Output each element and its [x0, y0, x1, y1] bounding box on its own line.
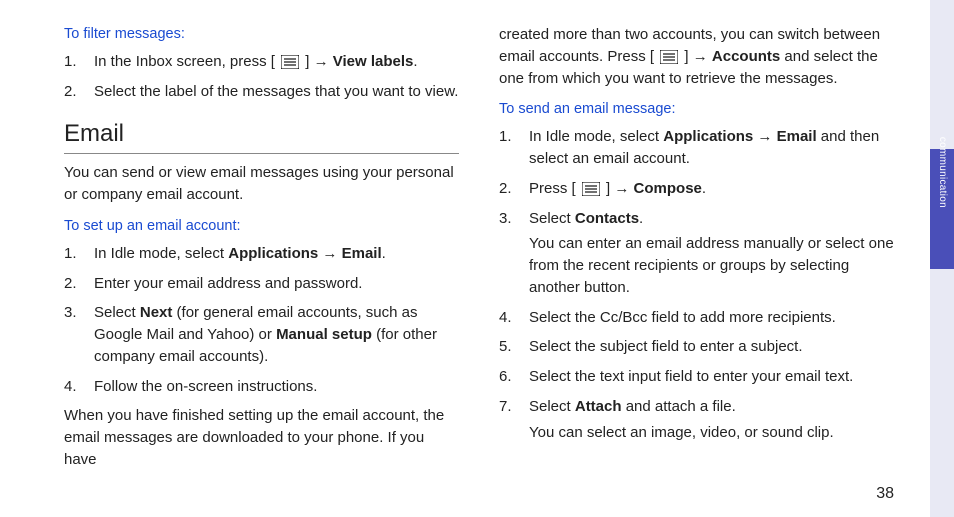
filter-step-1: In the Inbox screen, press [ ] → View la…	[64, 51, 459, 73]
bold: Email	[777, 128, 817, 145]
send-step-4: Select the Cc/Bcc field to add more reci…	[499, 307, 894, 329]
text: .	[702, 180, 706, 197]
text: ] →	[680, 48, 712, 65]
send-step-2: Press [ ] → Compose.	[499, 178, 894, 200]
filter-heading: To filter messages:	[64, 24, 459, 45]
text: In the Inbox screen, press [	[94, 53, 279, 70]
text: .	[639, 210, 643, 227]
bold: Manual setup	[276, 326, 372, 343]
send-step-3: Select Contacts. You can enter an email …	[499, 208, 894, 299]
menu-icon	[660, 50, 678, 64]
bold: Accounts	[712, 48, 780, 65]
filter-list: In the Inbox screen, press [ ] → View la…	[64, 51, 459, 103]
right-column: created more than two accounts, you can …	[499, 24, 894, 471]
send-step-3-sub: You can enter an email address manually …	[529, 233, 894, 298]
email-title: Email	[64, 117, 459, 152]
setup-after: When you have finished setting up the em…	[64, 405, 459, 470]
text: and attach a file.	[622, 398, 736, 415]
left-column: To filter messages: In the Inbox screen,…	[64, 24, 459, 471]
setup-step-3: Select Next (for general email accounts,…	[64, 302, 459, 367]
continuation-text: created more than two accounts, you can …	[499, 24, 894, 89]
text: Select	[94, 304, 140, 321]
send-step-1: In Idle mode, select Applications → Emai…	[499, 126, 894, 170]
send-step-7: Select Attach and attach a file. You can…	[499, 396, 894, 444]
bold: Next	[140, 304, 173, 321]
send-step-6: Select the text input field to enter you…	[499, 366, 894, 388]
text: →	[753, 128, 776, 145]
side-tab-label: communication	[935, 137, 950, 208]
text: .	[413, 53, 417, 70]
text: In Idle mode, select	[529, 128, 663, 145]
send-step-5: Select the subject field to enter a subj…	[499, 336, 894, 358]
page-number: 38	[876, 482, 894, 505]
text: ] →	[301, 53, 333, 70]
bold: Attach	[575, 398, 622, 415]
filter-step-2: Select the label of the messages that yo…	[64, 81, 459, 103]
send-step-7-sub: You can select an image, video, or sound…	[529, 422, 894, 444]
text: ] →	[602, 180, 634, 197]
text: .	[382, 245, 386, 262]
bold: Compose	[634, 180, 702, 197]
bold: Applications	[663, 128, 753, 145]
text: In Idle mode, select	[94, 245, 228, 262]
send-list: In Idle mode, select Applications → Emai…	[499, 126, 894, 443]
setup-step-4: Follow the on-screen instructions.	[64, 376, 459, 398]
page-content: To filter messages: In the Inbox screen,…	[64, 24, 894, 471]
bold: Email	[342, 245, 382, 262]
email-intro: You can send or view email messages usin…	[64, 162, 459, 206]
text: →	[318, 245, 341, 262]
menu-icon	[281, 55, 299, 69]
text: Select	[529, 398, 575, 415]
text: Select	[529, 210, 575, 227]
menu-icon	[582, 182, 600, 196]
text: Press [	[529, 180, 580, 197]
setup-heading: To set up an email account:	[64, 216, 459, 237]
bold: View labels	[333, 53, 414, 70]
setup-step-1: In Idle mode, select Applications → Emai…	[64, 243, 459, 265]
email-divider	[64, 153, 459, 154]
setup-list: In Idle mode, select Applications → Emai…	[64, 243, 459, 398]
setup-step-2: Enter your email address and password.	[64, 273, 459, 295]
bold: Contacts	[575, 210, 639, 227]
bold: Applications	[228, 245, 318, 262]
send-heading: To send an email message:	[499, 99, 894, 120]
